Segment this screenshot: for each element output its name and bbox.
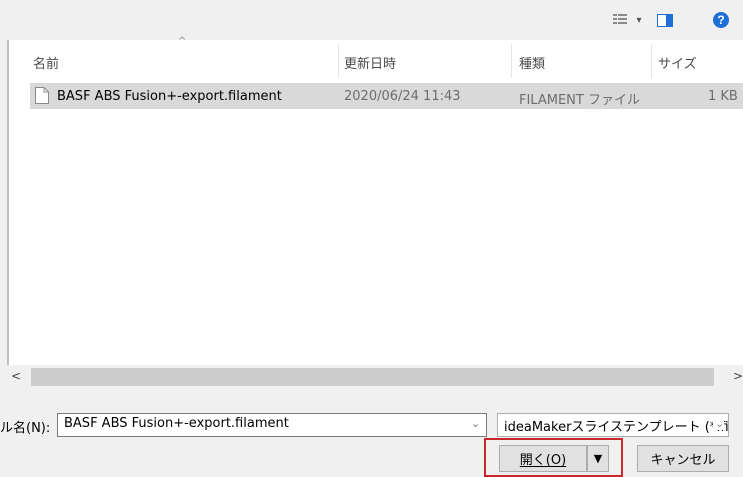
file-type-filter-value: ideaMakerスライステンプレート (*.fil (504, 420, 729, 435)
view-dropdown-icon[interactable]: ▾ (634, 12, 644, 28)
cancel-button[interactable]: キャンセル (637, 445, 729, 472)
scroll-right-arrow[interactable]: > (733, 369, 743, 383)
cancel-button-label: キャンセル (650, 453, 716, 468)
file-type-filter-select[interactable]: ideaMakerスライステンプレート (*.fil (497, 413, 729, 437)
file-icon (35, 87, 49, 108)
column-header-name[interactable]: 名前 (33, 53, 59, 72)
filename-label: ル名(N): (0, 421, 51, 436)
file-type: FILAMENT ファイル (519, 93, 640, 108)
sort-ascending-icon: ^ (178, 36, 187, 47)
help-label: ? (713, 12, 729, 28)
scroll-left-arrow[interactable]: < (11, 369, 21, 383)
scrollbar-thumb[interactable] (31, 368, 714, 386)
preview-pane-icon[interactable] (656, 12, 674, 28)
file-size: 1 KB (708, 89, 738, 104)
column-divider[interactable] (338, 44, 339, 78)
filename-input-value: BASF ABS Fusion+-export.filament (64, 416, 289, 431)
file-date: 2020/06/24 11:43 (344, 89, 461, 104)
help-icon[interactable]: ? (712, 12, 730, 28)
filename-dropdown-icon[interactable]: ⌄ (471, 417, 480, 430)
column-divider[interactable] (511, 44, 512, 78)
highlight-box (484, 438, 623, 477)
toolbar (0, 0, 743, 40)
column-divider[interactable] (651, 44, 652, 78)
list-left-border (7, 40, 9, 365)
column-header-size[interactable]: サイズ (658, 53, 697, 72)
filename-input[interactable]: BASF ABS Fusion+-export.filament (57, 413, 487, 437)
view-menu-icon[interactable] (611, 12, 629, 28)
filter-dropdown-icon[interactable]: ⌄ (713, 417, 725, 430)
column-header-date[interactable]: 更新日時 (344, 53, 396, 72)
file-name: BASF ABS Fusion+-export.filament (57, 89, 282, 104)
column-header-type[interactable]: 種類 (519, 53, 545, 72)
